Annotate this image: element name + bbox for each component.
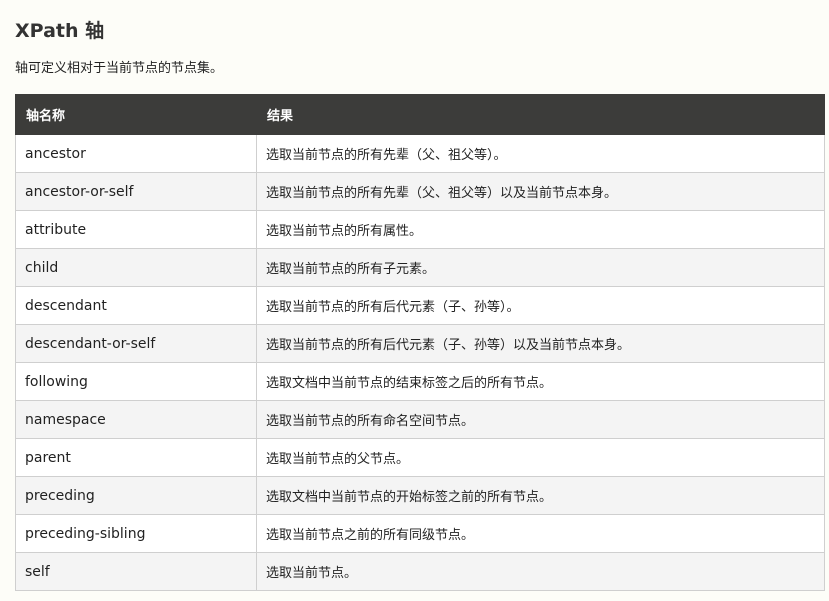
- table-row: attribute 选取当前节点的所有属性。: [15, 210, 825, 249]
- axis-name-cell: ancestor-or-self: [15, 172, 257, 211]
- axis-result-cell: 选取当前节点的所有先辈（父、祖父等）。: [256, 134, 825, 173]
- axis-name-cell: self: [15, 552, 257, 591]
- axes-table: 轴名称 结果 ancestor 选取当前节点的所有先辈（父、祖父等）。 ance…: [15, 94, 825, 591]
- axis-name-cell: descendant: [15, 286, 257, 325]
- axis-name-cell: parent: [15, 438, 257, 477]
- table-row: preceding 选取文档中当前节点的开始标签之前的所有节点。: [15, 476, 825, 515]
- axis-name-cell: following: [15, 362, 257, 401]
- axis-result-cell: 选取当前节点的所有先辈（父、祖父等）以及当前节点本身。: [256, 172, 825, 211]
- axis-result-cell: 选取当前节点的父节点。: [256, 438, 825, 477]
- table-row: descendant 选取当前节点的所有后代元素（子、孙等）。: [15, 286, 825, 325]
- table-row: descendant-or-self 选取当前节点的所有后代元素（子、孙等）以及…: [15, 324, 825, 363]
- axis-result-cell: 选取当前节点的所有后代元素（子、孙等）。: [256, 286, 825, 325]
- axis-name-cell: preceding: [15, 476, 257, 515]
- axis-name-cell: ancestor: [15, 134, 257, 173]
- axis-name-cell: preceding-sibling: [15, 514, 257, 553]
- column-header-axis-name: 轴名称: [15, 94, 257, 135]
- table-row: self 选取当前节点。: [15, 552, 825, 591]
- axis-name-cell: child: [15, 248, 257, 287]
- table-row: child 选取当前节点的所有子元素。: [15, 248, 825, 287]
- page: XPath 轴 轴可定义相对于当前节点的节点集。 轴名称 结果 ancestor…: [0, 0, 829, 601]
- axis-result-cell: 选取文档中当前节点的结束标签之后的所有节点。: [256, 362, 825, 401]
- column-header-result: 结果: [256, 94, 825, 135]
- table-row: namespace 选取当前节点的所有命名空间节点。: [15, 400, 825, 439]
- intro-text: 轴可定义相对于当前节点的节点集。: [15, 61, 224, 76]
- axis-name-cell: namespace: [15, 400, 257, 439]
- axis-name-cell: attribute: [15, 210, 257, 249]
- table-row: parent 选取当前节点的父节点。: [15, 438, 825, 477]
- axis-result-cell: 选取当前节点的所有子元素。: [256, 248, 825, 287]
- table-row: ancestor 选取当前节点的所有先辈（父、祖父等）。: [15, 134, 825, 173]
- table-row: following 选取文档中当前节点的结束标签之后的所有节点。: [15, 362, 825, 401]
- axis-result-cell: 选取当前节点之前的所有同级节点。: [256, 514, 825, 553]
- table-row: preceding-sibling 选取当前节点之前的所有同级节点。: [15, 514, 825, 553]
- table-header-row: 轴名称 结果: [15, 94, 825, 135]
- axis-result-cell: 选取当前节点的所有属性。: [256, 210, 825, 249]
- axis-name-cell: descendant-or-self: [15, 324, 257, 363]
- page-title: XPath 轴: [15, 20, 105, 42]
- axis-result-cell: 选取当前节点。: [256, 552, 825, 591]
- axis-result-cell: 选取文档中当前节点的开始标签之前的所有节点。: [256, 476, 825, 515]
- axis-result-cell: 选取当前节点的所有命名空间节点。: [256, 400, 825, 439]
- axis-result-cell: 选取当前节点的所有后代元素（子、孙等）以及当前节点本身。: [256, 324, 825, 363]
- table-row: ancestor-or-self 选取当前节点的所有先辈（父、祖父等）以及当前节…: [15, 172, 825, 211]
